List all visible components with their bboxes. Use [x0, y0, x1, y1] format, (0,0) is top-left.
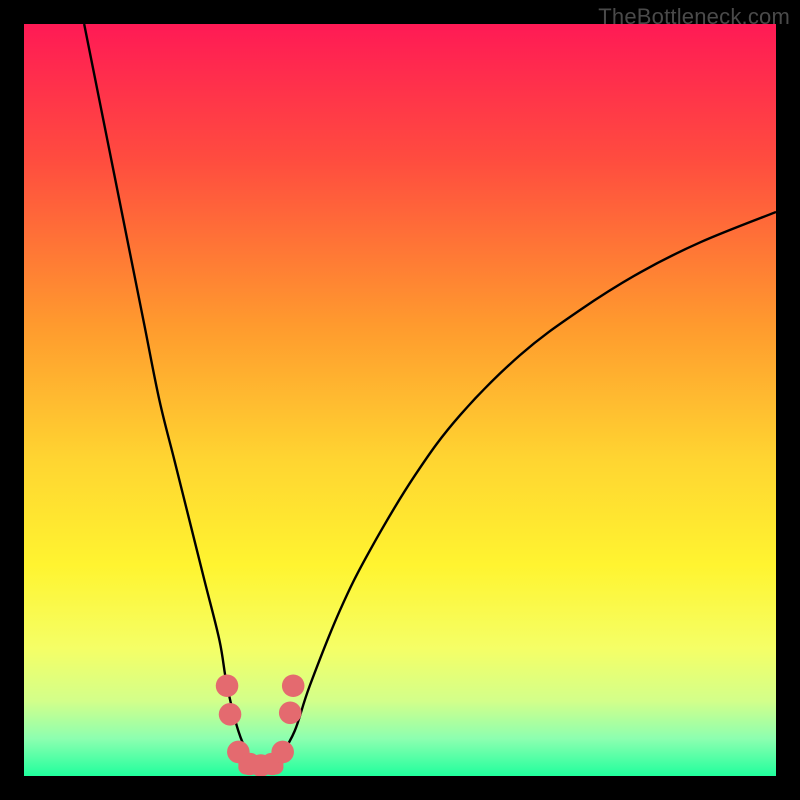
chart-svg [24, 24, 776, 776]
highlight-dot [282, 674, 305, 697]
highlight-dot [216, 674, 239, 697]
chart-plot-area [24, 24, 776, 776]
chart-frame: TheBottleneck.com [0, 0, 800, 800]
chart-background [24, 24, 776, 776]
highlight-dot [219, 703, 242, 726]
highlight-dot [279, 702, 302, 725]
highlight-dot [271, 741, 294, 764]
watermark-text: TheBottleneck.com [598, 4, 790, 30]
